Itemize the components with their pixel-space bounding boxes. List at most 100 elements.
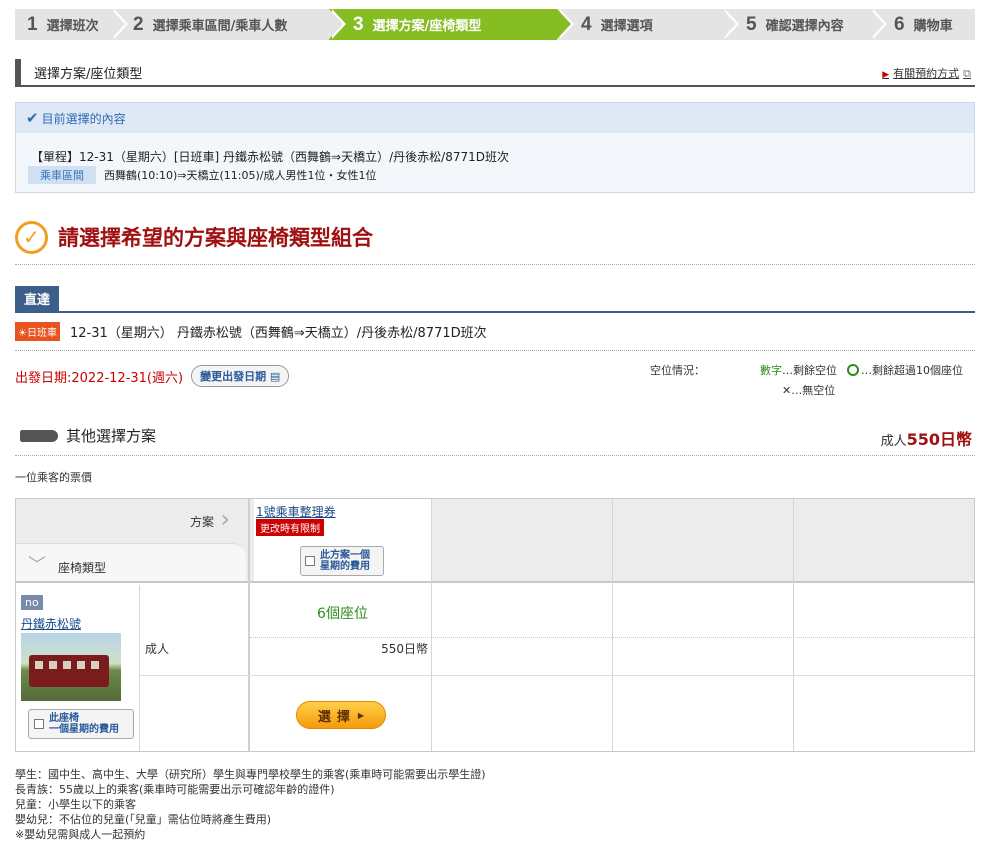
- seat-week-fare-label: 此座椅 一個星期的費用: [49, 713, 119, 735]
- other-plans-title: 其他選擇方案: [66, 427, 157, 445]
- train-info-text: 12-31（星期六） 丹鐵赤松號（西舞鶴⇒天橋立）/丹後赤松/8771D班次: [69, 326, 487, 341]
- legend-number: 數字: [760, 364, 782, 377]
- legend-number-desc: …剩餘空位: [782, 364, 837, 377]
- note-line: 學生：國中生、高中生、大學（研究所）學生與專門學校學生的乘客(乘車時可能需要出示…: [15, 768, 486, 781]
- note-line: ※嬰幼兒需與成人一起預約: [15, 828, 146, 841]
- seat-week-fare-line2: 一個星期的費用: [49, 724, 119, 735]
- step-number: 5: [746, 13, 757, 35]
- plan-seat-table: 方案 › ﹀ 座椅類型 1號乘車整理券 更改時有限制 此方案一個 星期的費用 no…: [15, 498, 975, 752]
- train-photo: [21, 633, 121, 701]
- step-1: 1 選擇班次: [15, 9, 128, 40]
- current-section-detail: 西舞鶴(10:10)⇒天橋立(11:05)/成人男性1位・女性1位: [104, 169, 377, 182]
- price-prefix: 成人: [880, 434, 907, 449]
- current-selection-title: 目前選擇的內容: [41, 111, 126, 126]
- plan-header-label: 方案: [189, 515, 214, 529]
- train-car: [29, 655, 109, 687]
- note-line: 嬰幼兒：不佔位的兒童(「兒童」需佔位時將產生費用): [15, 813, 272, 826]
- step-5: 5 確認選擇內容: [722, 9, 887, 40]
- divider: [140, 675, 974, 676]
- availability-title: 空位情況：: [650, 364, 705, 377]
- availability-legend-x: ✕…無空位: [782, 382, 835, 398]
- plan-week-fare-button[interactable]: 此方案一個 星期的費用: [300, 546, 384, 576]
- calendar-icon: [305, 556, 315, 566]
- seat-no-badge: no: [21, 595, 43, 610]
- select-button[interactable]: 選擇 ▶: [296, 701, 386, 729]
- main-heading: ✓ 請選擇希望的方案與座椅類型組合: [15, 218, 373, 256]
- main-heading-text: 請選擇希望的方案與座椅類型組合: [58, 226, 373, 250]
- current-trip-summary: 【單程】12-31（星期六）[日班車] 丹鐵赤松號（西舞鶴⇒天橋立）/丹後赤松/…: [31, 150, 509, 164]
- availability-legend: 數字 …剩餘空位 …剩餘超過10個座位: [760, 362, 963, 378]
- change-date-button[interactable]: 變更出發日期 ▤: [191, 365, 290, 387]
- plan-week-fare-line1: 此方案一個: [320, 550, 370, 561]
- triangle-right-icon: ▶: [882, 70, 890, 80]
- train-name-link[interactable]: 丹鐵赤松號: [21, 615, 81, 632]
- help-link-label: 有關預約方式: [893, 67, 960, 80]
- train-info-row: ☀日班車 12-31（星期六） 丹鐵赤松號（西舞鶴⇒天橋立）/丹後赤松/8771…: [15, 322, 487, 341]
- step-number: 3: [353, 13, 364, 35]
- note-line: 長青族：55歲以上的乘客(乘車時可能需要出示可確認年齡的證件): [15, 783, 335, 796]
- calendar-icon: [34, 719, 44, 729]
- current-selection-box: ✔ 目前選擇的內容 【單程】12-31（星期六）[日班車] 丹鐵赤松號（西舞鶴⇒…: [15, 102, 975, 193]
- divider: [250, 637, 974, 638]
- price-value: 550日幣: [906, 430, 972, 449]
- seat-week-fare-line1: 此座椅: [49, 713, 79, 724]
- step-label: 確認選擇內容: [765, 19, 844, 34]
- adult-price: 成人550日幣: [881, 426, 972, 450]
- step-label: 選擇班次: [46, 19, 99, 34]
- step-2: 2 選擇乘車區間/乘車人數: [111, 9, 346, 40]
- step-label: 選擇方案/座椅類型: [372, 19, 482, 34]
- section-title: 選擇方案/座位類型: [34, 66, 143, 82]
- seat-type-tab: [16, 543, 246, 581]
- chevron-down-icon: ﹀: [28, 555, 46, 576]
- chevron-right-icon: ›: [220, 505, 230, 533]
- step-number: 2: [133, 13, 144, 35]
- table-header: 方案 › ﹀ 座椅類型 1號乘車整理券 更改時有限制 此方案一個 星期的費用: [16, 499, 974, 583]
- calendar-icon: ▤: [269, 370, 281, 383]
- divider: [15, 350, 975, 351]
- seat-week-fare-button[interactable]: 此座椅 一個星期的費用: [28, 709, 134, 739]
- plan-column-header: 1號乘車整理券 更改時有限制 此方案一個 星期的費用: [254, 499, 431, 581]
- divider: [15, 311, 975, 313]
- change-limit-badge: 更改時有限制: [256, 519, 324, 536]
- seats-available: 6個座位: [317, 606, 368, 622]
- per-person-note: 一位乘客的票價: [15, 471, 92, 484]
- plan-link[interactable]: 1號乘車整理券: [256, 503, 336, 520]
- passenger-notes: 學生：國中生、高中生、大學（研究所）學生與專門學校學生的乘客(乘車時可能需要出示…: [15, 767, 486, 842]
- departure-date: 出發日期:2022-12-31(週六): [15, 370, 184, 386]
- cross-icon: ✕: [782, 384, 792, 397]
- step-progress-bar: 1 選擇班次 2 選擇乘車區間/乘車人數 3 選擇方案/座椅類型 4 選擇選項 …: [15, 9, 975, 40]
- plan-week-fare-line2: 星期的費用: [320, 561, 370, 572]
- circle-icon: [847, 364, 859, 376]
- departure-date-row: 出發日期:2022-12-31(週六) 變更出發日期 ▤: [15, 365, 290, 387]
- step-number: 1: [27, 13, 38, 35]
- step-3-active: 3 選擇方案/座椅類型: [329, 9, 574, 40]
- train-icon: [20, 429, 58, 442]
- step-label: 購物車: [913, 19, 953, 34]
- seat-type-header-label: 座椅類型: [58, 561, 107, 575]
- divider: [15, 264, 975, 265]
- other-plans-heading: 其他選擇方案: [20, 425, 156, 446]
- check-circle-icon: ✓: [15, 220, 48, 254]
- note-line: 兒童：小學生以下的乘客: [15, 798, 136, 811]
- direct-tab: 直達: [15, 286, 59, 311]
- day-train-badge: ☀日班車: [15, 322, 60, 341]
- step-4: 4 選擇選項: [557, 9, 739, 40]
- step-label: 選擇選項: [600, 19, 653, 34]
- legend-x-desc: …無空位: [791, 384, 836, 397]
- change-date-label: 變更出發日期: [200, 370, 267, 383]
- checkmark-icon: ✔: [26, 109, 39, 127]
- current-section-row: 乘車區間 西舞鶴(10:10)⇒天橋立(11:05)/成人男性1位・女性1位: [28, 166, 377, 184]
- new-window-icon: ⧉: [963, 67, 971, 80]
- day-train-label: 日班車: [26, 328, 57, 339]
- current-selection-header: ✔ 目前選擇的內容: [16, 103, 974, 133]
- select-button-label: 選擇: [317, 709, 356, 725]
- triangle-right-icon: ▶: [357, 710, 365, 720]
- reservation-help-link[interactable]: ▶ 有關預約方式 ⧉: [882, 65, 971, 81]
- fare-price: 550日幣: [381, 642, 428, 656]
- section-tag: 乘車區間: [28, 166, 96, 184]
- table-row: no 丹鐵赤松號 此座椅 一個星期的費用 成人 6個座位 550日幣 選擇 ▶: [16, 585, 974, 751]
- divider: [15, 455, 975, 456]
- section-heading: 選擇方案/座位類型 ▶ 有關預約方式 ⧉: [15, 59, 975, 87]
- legend-circle-desc: …剩餘超過10個座位: [861, 364, 963, 377]
- step-label: 選擇乘車區間/乘車人數: [152, 19, 288, 34]
